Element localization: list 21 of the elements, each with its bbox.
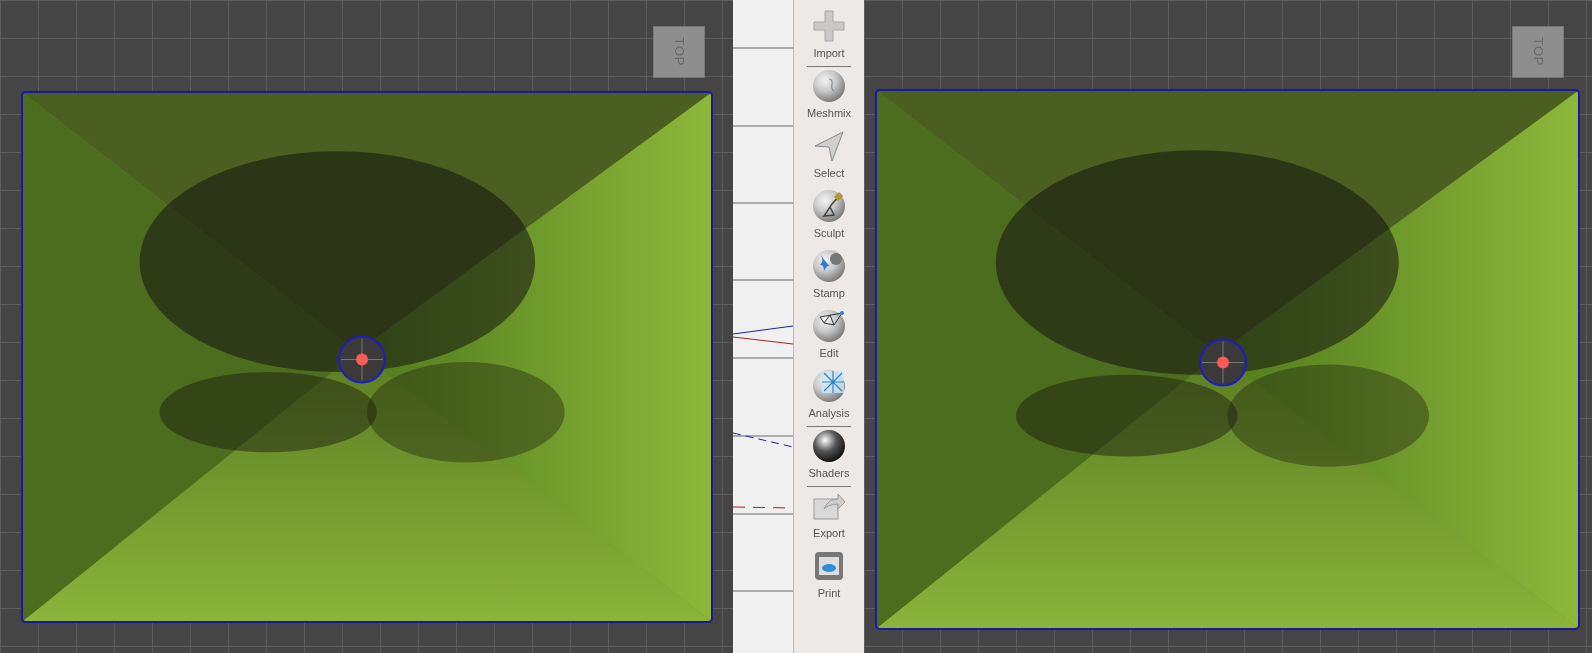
tool-button[interactable]: Import: [794, 8, 864, 68]
tool-button[interactable]: Edit: [794, 308, 864, 368]
tool-button[interactable]: Export: [794, 488, 864, 548]
tool-button[interactable]: Sculpt: [794, 188, 864, 248]
stamp-tool-icon: [812, 249, 846, 283]
meshmix-tool-icon: [812, 69, 846, 103]
tool-button[interactable]: Select: [794, 128, 864, 188]
tool-button[interactable]: Stamp: [794, 248, 864, 308]
print-tool-icon: [812, 549, 846, 583]
pivot-icon[interactable]: [337, 334, 387, 385]
tool-button[interactable]: Print: [794, 548, 864, 608]
tool-button[interactable]: Analysis: [794, 368, 864, 428]
sculpt-tool-icon: [812, 189, 846, 223]
tool-button[interactable]: Meshmix: [794, 68, 864, 128]
pivot-icon[interactable]: [1197, 337, 1248, 387]
select-tool-icon: [812, 129, 846, 163]
import-tool-icon: [812, 9, 846, 43]
tool-button[interactable]: Shaders: [794, 428, 864, 488]
shaders-tool-icon: [812, 429, 846, 463]
analysis-tool-icon: [812, 369, 846, 403]
edit-tool-icon: [812, 309, 846, 343]
